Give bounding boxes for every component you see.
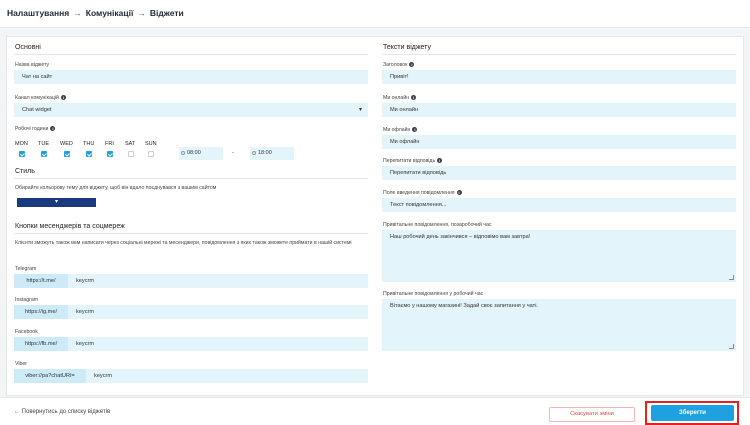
day-checkbox-tue[interactable] (41, 151, 47, 157)
arrow-left-icon: ← (14, 409, 20, 415)
interrupt-text-input[interactable]: Перепитати відповідь (382, 166, 736, 180)
breadcrumb-separator-icon: → (73, 8, 82, 18)
day-label-wed: WED (60, 141, 73, 147)
day-label-fri: FRI (105, 141, 114, 147)
channel-label: Канал комунікацій i (15, 95, 66, 101)
texts-section-title: Тексти віджету (383, 44, 431, 51)
offline-text-label: Ми офлайн i (383, 127, 418, 133)
messengers-description: Клієнти зможуть також вам написати через… (15, 240, 352, 246)
divider (14, 233, 368, 234)
viber-prefix: viber://pa?chatURI= (14, 369, 86, 383)
chevron-down-icon: ▾ (358, 107, 362, 113)
info-icon[interactable]: i (411, 95, 417, 101)
info-icon[interactable]: i (409, 62, 415, 68)
off-hours-greeting-textarea[interactable]: Наш робочий день закінчився – відповімо … (382, 230, 736, 282)
work-hours-greeting-label: Привітальне повідомлення у робочий час (383, 291, 484, 297)
day-label-sun: SUN (145, 141, 157, 147)
time-separator: - (232, 150, 234, 156)
day-checkbox-sun[interactable] (148, 151, 154, 157)
header-text-label: Заголовок i (383, 62, 415, 68)
resize-handle-icon[interactable] (729, 344, 734, 349)
instagram-prefix: https://ig.me/ (14, 305, 68, 319)
online-text-label: Ми онлайн i (383, 95, 417, 101)
day-label-tue: TUE (38, 141, 49, 147)
breadcrumb-communications[interactable]: Комунікації (86, 8, 134, 18)
day-checkbox-fri[interactable] (107, 151, 113, 157)
color-theme-select[interactable]: ▾ (17, 198, 96, 207)
interrupt-text-label: Перепитати відповідь i (383, 158, 443, 164)
back-to-widgets-link[interactable]: ← Повернутись до списку віджетів (14, 409, 110, 415)
footer-bar: ← Повернутись до списку віджетів (0, 397, 750, 425)
clock-icon (181, 151, 185, 155)
style-section-title: Стиль (15, 168, 35, 175)
basics-section-title: Основні (15, 44, 41, 51)
day-checkbox-mon[interactable] (19, 151, 25, 157)
viber-label: Viber (15, 361, 28, 367)
day-label-thu: THU (83, 141, 95, 147)
time-to-input[interactable]: 18:00 (250, 147, 294, 160)
info-icon[interactable]: i (412, 127, 418, 133)
clock-icon (252, 151, 256, 155)
breadcrumb-settings[interactable]: Налаштування (7, 8, 69, 18)
divider (382, 54, 736, 55)
telegram-prefix: https://t.me/ (14, 274, 68, 288)
widget-name-input[interactable]: Чат на сайт (14, 70, 368, 84)
facebook-prefix: https://fb.me/ (14, 337, 68, 351)
input-placeholder-input[interactable]: Текст повідомлення... (382, 198, 736, 212)
breadcrumb-widgets: Віджети (149, 8, 184, 18)
telegram-label: Telegram (15, 266, 37, 272)
resize-handle-icon[interactable] (729, 275, 734, 280)
day-checkbox-wed[interactable] (64, 151, 70, 157)
day-label-mon: MON (15, 141, 28, 147)
style-description: Обирайте кольорову тему для віджету, щоб… (15, 185, 217, 191)
cancel-button[interactable]: Скасувати зміни (549, 407, 635, 422)
widget-name-label: Назва віджету (15, 62, 50, 68)
breadcrumb: Налаштування → Комунікації → Віджети (7, 8, 184, 18)
divider (14, 54, 368, 55)
off-hours-greeting-label: Привітальне повідомлення, позаробочий ча… (383, 222, 492, 228)
facebook-label: Facebook (15, 329, 38, 335)
breadcrumb-separator-icon: → (137, 8, 146, 18)
day-checkbox-sat[interactable] (128, 151, 134, 157)
info-icon[interactable]: i (456, 190, 462, 196)
time-from-input[interactable]: 08:00 (179, 147, 223, 160)
header-text-input[interactable]: Привіт! (382, 70, 736, 84)
offline-text-input[interactable]: Ми офлайн (382, 135, 736, 149)
messengers-section-title: Кнопки месенджерів та соцмереж (15, 223, 125, 230)
working-hours-label: Робочі години i (15, 126, 56, 132)
info-icon[interactable]: i (60, 95, 66, 101)
work-hours-greeting-textarea[interactable]: Вітаємо у нашому магазині! Задай своє за… (382, 299, 736, 351)
day-checkbox-thu[interactable] (86, 151, 92, 157)
channel-select[interactable]: Chat widget ▾ (14, 103, 368, 117)
save-button[interactable]: Зберегти (651, 405, 734, 421)
info-icon[interactable]: i (50, 126, 56, 132)
input-placeholder-label: Поле введення повідомлення i (383, 190, 462, 196)
chevron-down-icon: ▾ (54, 199, 58, 205)
instagram-label: Instagram (15, 297, 39, 303)
online-text-input[interactable]: Ми онлайн (382, 103, 736, 117)
channel-select-value: Chat widget (22, 107, 52, 113)
day-label-sat: SAT (125, 141, 136, 147)
top-bar: Налаштування → Комунікації → Віджети (0, 0, 750, 28)
divider (14, 178, 368, 179)
info-icon[interactable]: i (437, 158, 443, 164)
